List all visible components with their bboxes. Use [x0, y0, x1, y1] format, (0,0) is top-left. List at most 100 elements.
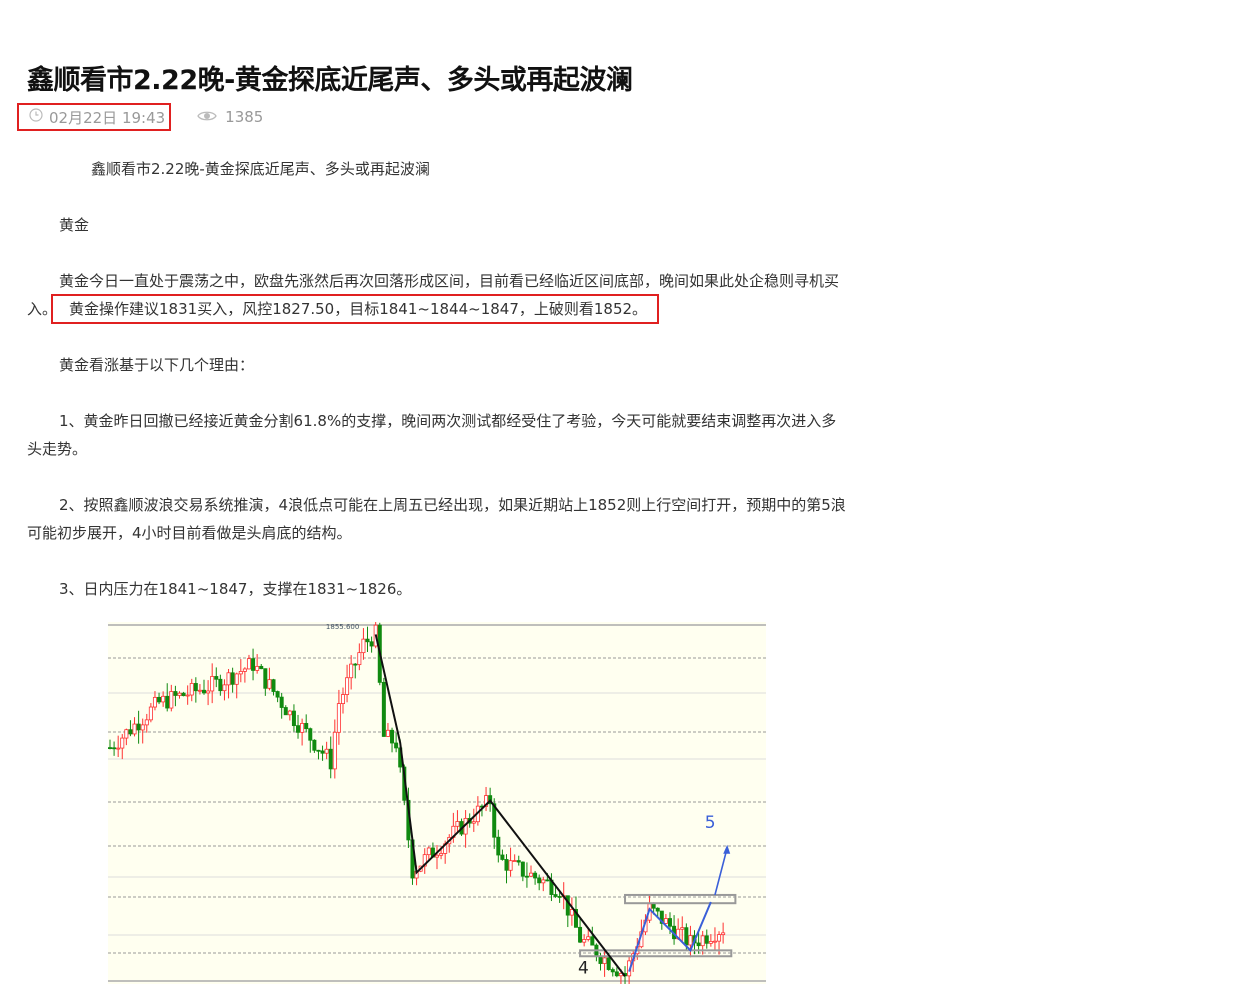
article-title: 鑫顺看市2.22晚-黄金探底近尾声、多头或再起波澜 [27, 65, 633, 96]
candle-body [504, 859, 509, 871]
candle-body [312, 739, 317, 751]
candle-body [308, 728, 313, 741]
view-count-text: 1385 [225, 108, 264, 126]
candle-body [157, 696, 162, 703]
candle-body [655, 907, 660, 912]
candle-body [541, 879, 546, 884]
high-price-label: 1855.600 [326, 623, 359, 631]
candle-body [291, 710, 296, 727]
candle-body [275, 691, 280, 698]
candle-body [283, 707, 288, 716]
date-text: 02月22日 19:43 [49, 108, 166, 127]
candle-body [385, 729, 390, 737]
candle-body [680, 927, 685, 930]
candle-body [684, 927, 689, 946]
candle-body [242, 668, 247, 672]
candle-body [471, 821, 476, 824]
candle-body [712, 940, 717, 943]
candle-body [271, 679, 276, 692]
candle-body [365, 638, 370, 643]
candle-body [667, 918, 672, 927]
candle-body [222, 684, 227, 692]
candle-body [210, 676, 215, 692]
candle-body [140, 724, 145, 731]
candle-body [116, 747, 121, 750]
candle-body [124, 729, 129, 739]
publish-date: 02月22日 19:43 [17, 103, 172, 131]
candle-body [165, 695, 170, 709]
candle-body [565, 895, 570, 916]
candle-body [349, 663, 354, 679]
paragraph-reason-2: 2、按照鑫顺波浪交易系统推演，4浪低点可能在上周五已经出现，如果近期站上1852… [27, 496, 846, 542]
candle-body [251, 658, 256, 671]
candle-body [132, 723, 137, 735]
candle-body [316, 749, 321, 752]
candle-body [296, 725, 301, 733]
candle-body [455, 821, 460, 827]
candle-body [144, 719, 149, 726]
candle-body [598, 956, 603, 964]
candle-body [537, 877, 542, 884]
wave-4-label: 4 [578, 959, 589, 979]
candle-body [226, 672, 231, 686]
paragraph-gold: 黄金 [59, 216, 90, 234]
candle-body [708, 941, 713, 944]
candle-body [340, 694, 345, 704]
article-body: 鑫顺看市2.22晚-黄金探底近尾声、多头或再起波澜 黄金 黄金今日一直处于震荡之… [27, 155, 847, 631]
candle-body [529, 872, 534, 877]
candle-body [721, 932, 726, 936]
candle-body [324, 748, 329, 754]
candle-body [304, 723, 309, 730]
candle-body [238, 671, 243, 675]
candle-body [279, 696, 284, 708]
candle-body [369, 641, 374, 647]
candle-body [496, 836, 501, 856]
candle-body [357, 652, 362, 666]
candle-body [390, 729, 395, 744]
candle-body [704, 935, 709, 944]
candle-body [185, 694, 190, 697]
paragraph-reason-3: 3、日内压力在1841~1847，支撑在1831~1826。 [59, 580, 412, 598]
candle-body [696, 942, 701, 947]
candle-body [263, 668, 268, 689]
clock-icon [29, 108, 43, 126]
eye-icon [197, 108, 217, 126]
candle-body [328, 748, 333, 770]
candle-body [578, 926, 583, 943]
candle-body [255, 665, 260, 671]
candle-body [553, 894, 558, 897]
candle-body [434, 854, 439, 858]
candle-body [206, 690, 211, 694]
candle-body [520, 861, 525, 877]
candle-body [193, 683, 198, 692]
candle-body [688, 935, 693, 946]
candle-body [181, 692, 186, 697]
candle-body [230, 672, 235, 685]
candle-body [586, 936, 591, 940]
candle-body [508, 860, 513, 871]
candle-body [320, 750, 325, 754]
paragraph-reason-1: 1、黄金昨日回撤已经接近黄金分割61.8%的支撑，晚间两次测试都经受住了考验，今… [27, 412, 837, 458]
candle-body [602, 957, 607, 964]
candle-body [108, 747, 112, 749]
candle-body [614, 971, 619, 977]
candle-body [136, 723, 141, 731]
candle-body [557, 896, 562, 898]
candle-body [300, 723, 305, 733]
candle-body [569, 909, 574, 916]
candle-body [663, 918, 668, 924]
candle-body [353, 663, 358, 666]
view-count: 1385 [197, 108, 263, 126]
candle-body [651, 903, 656, 909]
candle-body [148, 706, 153, 721]
candle-body [336, 703, 341, 733]
candle-body [152, 696, 157, 708]
candle-body [717, 934, 722, 942]
candle-body [214, 676, 219, 680]
paragraph-reasons-heading: 黄金看涨基于以下几个理由： [59, 356, 255, 374]
candle-body [161, 695, 166, 703]
candle-body [218, 678, 223, 692]
candle-body [197, 689, 202, 692]
paragraph-analysis: 黄金今日一直处于震荡之中，欧盘先涨然后再次回落形成区间，目前看已经临近区间底部，… [27, 267, 847, 324]
candle-body [524, 875, 529, 878]
